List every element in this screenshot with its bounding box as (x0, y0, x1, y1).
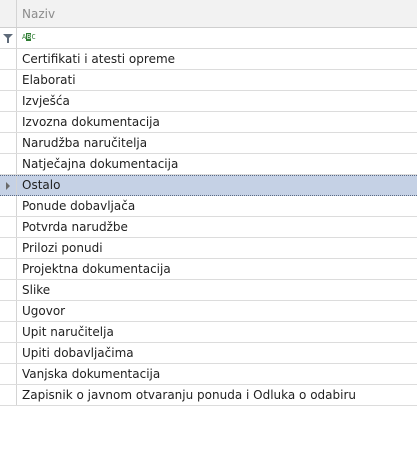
table-row[interactable]: Certifikati i atesti opreme (0, 49, 417, 70)
row-indicator-cell[interactable] (0, 217, 17, 237)
row-indicator-cell[interactable] (0, 70, 17, 90)
row-indicator-cell[interactable] (0, 196, 17, 216)
naziv-cell[interactable]: Slike (17, 280, 417, 300)
naziv-cell[interactable]: Zapisnik o javnom otvaranju ponuda i Odl… (17, 385, 417, 405)
table-row[interactable]: Slike (0, 280, 417, 301)
table-row[interactable]: Natječajna dokumentacija (0, 154, 417, 175)
row-indicator-cell[interactable] (0, 49, 17, 69)
table-row[interactable]: Zapisnik o javnom otvaranju ponuda i Odl… (0, 385, 417, 406)
table-row[interactable]: Upit naručitelja (0, 322, 417, 343)
column-header-naziv[interactable]: Naziv (17, 0, 417, 27)
current-row-arrow-icon (6, 182, 10, 190)
table-row[interactable]: Ostalo (0, 175, 417, 196)
table-row[interactable]: Vanjska dokumentacija (0, 364, 417, 385)
naziv-cell[interactable]: Ostalo (17, 176, 417, 195)
grid-rows: Certifikati i atesti opreme Elaborati Izvj… (0, 49, 417, 406)
document-type-grid: Naziv ABC Certifikati i atesti opreme Ela… (0, 0, 417, 406)
table-row[interactable]: Izvješća (0, 91, 417, 112)
naziv-cell[interactable]: Vanjska dokumentacija (17, 364, 417, 384)
abc-text-icon[interactable]: ABC (22, 33, 36, 42)
filter-indicator-cell (0, 28, 17, 48)
naziv-cell[interactable]: Ugovor (17, 301, 417, 321)
naziv-cell[interactable]: Upit naručitelja (17, 322, 417, 342)
naziv-cell[interactable]: Potvrda narudžbe (17, 217, 417, 237)
row-indicator-cell[interactable] (0, 259, 17, 279)
naziv-cell[interactable]: Certifikati i atesti opreme (17, 49, 417, 69)
table-row[interactable]: Projektna dokumentacija (0, 259, 417, 280)
row-indicator-cell[interactable] (0, 176, 17, 195)
row-indicator-cell[interactable] (0, 91, 17, 111)
table-row[interactable]: Narudžba naručitelja (0, 133, 417, 154)
naziv-cell[interactable]: Upiti dobavljačima (17, 343, 417, 363)
naziv-cell[interactable]: Ponude dobavljača (17, 196, 417, 216)
row-indicator-cell[interactable] (0, 133, 17, 153)
grid-header-row: Naziv (0, 0, 417, 28)
filter-input-cell[interactable]: ABC (17, 28, 417, 48)
table-row[interactable]: Ponude dobavljača (0, 196, 417, 217)
table-row[interactable]: Upiti dobavljačima (0, 343, 417, 364)
naziv-cell[interactable]: Prilozi ponudi (17, 238, 417, 258)
row-indicator-cell[interactable] (0, 322, 17, 342)
naziv-cell[interactable]: Natječajna dokumentacija (17, 154, 417, 174)
table-row[interactable]: Prilozi ponudi (0, 238, 417, 259)
row-indicator-cell[interactable] (0, 112, 17, 132)
header-indicator-cell (0, 0, 17, 27)
naziv-cell[interactable]: Elaborati (17, 70, 417, 90)
row-indicator-cell[interactable] (0, 154, 17, 174)
naziv-cell[interactable]: Izvješća (17, 91, 417, 111)
table-row[interactable]: Elaborati (0, 70, 417, 91)
row-indicator-cell[interactable] (0, 364, 17, 384)
auto-filter-row[interactable]: ABC (0, 28, 417, 49)
table-row[interactable]: Ugovor (0, 301, 417, 322)
naziv-cell[interactable]: Narudžba naručitelja (17, 133, 417, 153)
naziv-cell[interactable]: Projektna dokumentacija (17, 259, 417, 279)
row-indicator-cell[interactable] (0, 280, 17, 300)
naziv-cell[interactable]: Izvozna dokumentacija (17, 112, 417, 132)
row-indicator-cell[interactable] (0, 385, 17, 405)
table-row[interactable]: Potvrda narudžbe (0, 217, 417, 238)
row-indicator-cell[interactable] (0, 301, 17, 321)
row-indicator-cell[interactable] (0, 238, 17, 258)
table-row[interactable]: Izvozna dokumentacija (0, 112, 417, 133)
row-indicator-cell[interactable] (0, 343, 17, 363)
funnel-icon (3, 34, 13, 43)
